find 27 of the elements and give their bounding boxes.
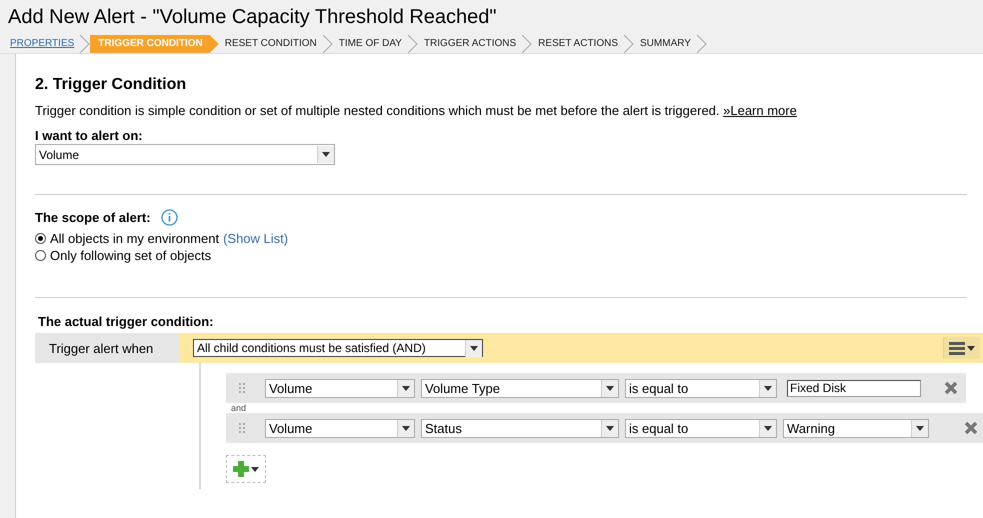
and-label: and	[230, 403, 248, 413]
learn-more-link[interactable]: »Learn more	[723, 103, 797, 118]
group-condition-dropdown[interactable]: All child conditions must be satisfied (AND)	[193, 339, 483, 357]
alert-on-dropdown[interactable]: Volume	[35, 144, 335, 165]
wizard-step-tab[interactable]: PROPERTIES	[10, 35, 80, 53]
field-dropdown[interactable]: Volume	[265, 378, 415, 398]
operator-dropdown[interactable]: is equal to	[625, 418, 777, 438]
radio-label: Only following set of objects	[50, 248, 212, 263]
radio-label: All objects in my environment	[50, 231, 220, 246]
property-dropdown[interactable]: Status	[421, 418, 619, 438]
trigger-label: Trigger alert when	[35, 333, 179, 363]
value-dropdown[interactable]: Warning	[783, 418, 929, 438]
wizard-step-tab[interactable]: SUMMARY	[634, 35, 697, 53]
field-label: I want to alert on:	[35, 128, 143, 143]
property-dropdown[interactable]: Volume Type	[421, 378, 619, 398]
wizard-step-tab[interactable]: TRIGGER ACTIONS	[418, 35, 522, 53]
field-dropdown[interactable]: Volume	[265, 418, 415, 438]
operator-dropdown[interactable]: is equal to	[625, 378, 777, 398]
show-list-link[interactable]: (Show List)	[223, 231, 288, 246]
wizard-step-tab[interactable]: RESET CONDITION	[218, 35, 323, 53]
section-heading: 2. Trigger Condition	[35, 76, 188, 94]
field-label: The scope of alert:	[35, 210, 151, 225]
value-field[interactable]: Fixed Disk	[787, 380, 921, 396]
wizard-step-tab[interactable]: TIME OF DAY	[332, 35, 408, 53]
wizard-step-tab[interactable]: RESET ACTIONS	[532, 35, 624, 53]
description-text: Trigger condition is simple condition or set of multiple nested conditions which must be met before the alert is triggered. »Learn more	[35, 103, 798, 118]
field-label: The actual trigger condition:	[37, 314, 214, 329]
